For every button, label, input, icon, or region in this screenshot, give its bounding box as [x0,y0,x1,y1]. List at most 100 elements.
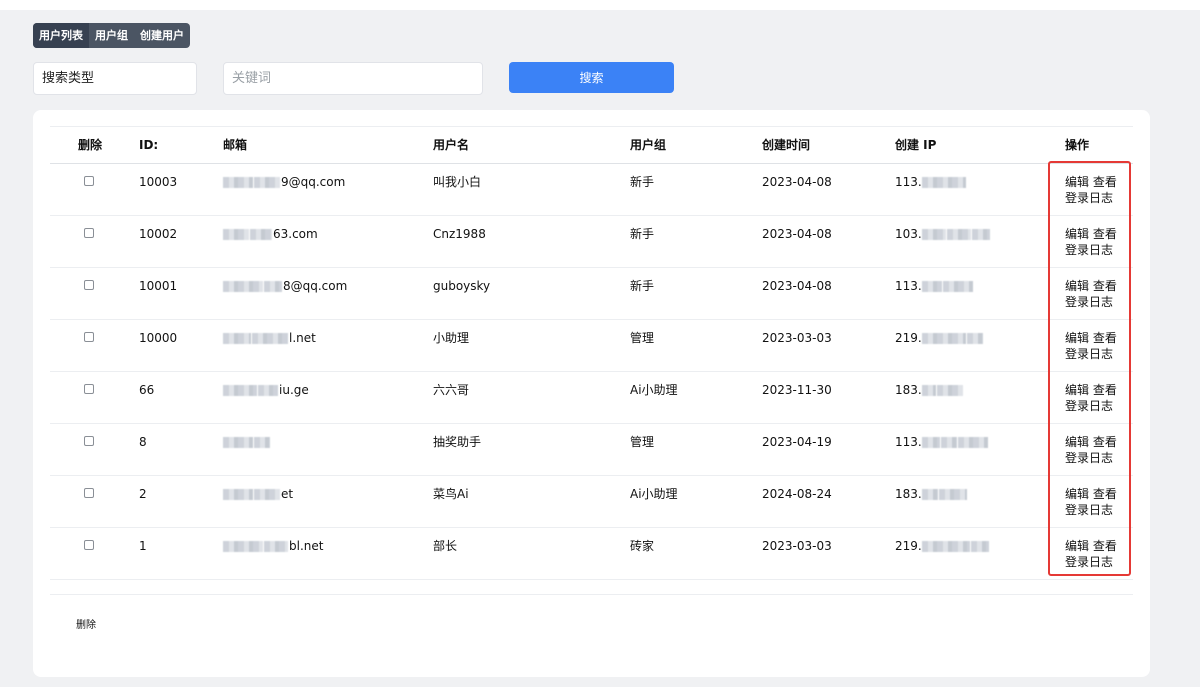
tab-bar: 用户列表 用户组 创建用户 [33,23,190,48]
row-ip: 103. [895,216,991,267]
row-ip-text: 113. [895,175,922,189]
row-actions: 编辑 查看 登录日志 [1065,216,1117,267]
redacted-text [223,437,253,448]
row-checkbox[interactable] [84,384,94,394]
view-link[interactable]: 查看 [1093,175,1117,189]
redacted-text [254,489,280,500]
login-log-link[interactable]: 登录日志 [1065,555,1113,569]
redacted-text [223,229,249,240]
row-group: 新手 [630,227,655,241]
row-cell-checkbox [78,424,94,475]
redacted-text [258,385,278,396]
row-ip: 219. [895,320,984,371]
redacted-text [970,541,989,552]
redacted-text [966,333,983,344]
header-created-ip: 创建 IP [895,138,937,152]
login-log-link[interactable]: 登录日志 [1065,243,1113,257]
row-created-time: 2023-03-03 [762,539,832,553]
row-cell-checkbox [78,372,94,423]
tab-create-user[interactable]: 创建用户 [134,23,190,48]
row-email-text: 9@qq.com [281,175,346,189]
row-ip: 219. [895,528,990,579]
row-id: 1 [139,539,147,553]
redacted-text [921,281,942,292]
redacted-text [940,437,957,448]
row-email [223,424,271,475]
edit-link[interactable]: 编辑 [1065,227,1089,241]
row-email-text: 63.com [273,227,318,241]
view-link[interactable]: 查看 [1093,227,1117,241]
login-log-link[interactable]: 登录日志 [1065,347,1113,361]
view-link[interactable]: 查看 [1093,539,1117,553]
row-id: 10001 [139,279,178,293]
row-ip: 113. [895,424,989,475]
row-checkbox[interactable] [84,488,94,498]
table-row: 10000 l.net 小助理 管理 2023-03-03 219. 编辑 查看… [50,320,1133,372]
row-email: 63.com [223,216,318,267]
edit-link[interactable]: 编辑 [1065,175,1089,189]
redacted-text [250,229,272,240]
redacted-text [223,541,263,552]
row-group: 管理 [630,435,655,449]
view-link[interactable]: 查看 [1093,279,1117,293]
view-link[interactable]: 查看 [1093,435,1117,449]
row-username: 六六哥 [433,383,470,397]
search-button[interactable]: 搜索 [509,62,674,93]
search-type-select[interactable]: 搜索类型 [33,62,197,95]
tab-user-list[interactable]: 用户列表 [33,23,89,48]
edit-link[interactable]: 编辑 [1065,331,1089,345]
row-checkbox[interactable] [84,280,94,290]
redacted-text [254,437,270,448]
row-group: 管理 [630,331,655,345]
row-checkbox[interactable] [84,228,94,238]
redacted-text [223,385,257,396]
row-username: 菜鸟Ai [433,487,469,501]
table-row: 66 iu.ge 六六哥 Ai小助理 2023-11-30 183. 编辑 查看… [50,372,1133,424]
row-cell-checkbox [78,216,94,267]
row-actions: 编辑 查看 登录日志 [1065,372,1117,423]
login-log-link[interactable]: 登录日志 [1065,503,1113,517]
edit-link[interactable]: 编辑 [1065,383,1089,397]
table-header-row: 删除 ID: 邮箱 用户名 用户组 创建时间 创建 IP 操作 [50,126,1133,164]
row-ip-text: 219. [895,539,922,553]
header-actions: 操作 [1065,138,1090,152]
tab-user-group[interactable]: 用户组 [89,23,134,48]
row-email: bl.net [223,528,323,579]
row-actions: 编辑 查看 登录日志 [1065,424,1117,475]
edit-link[interactable]: 编辑 [1065,539,1089,553]
login-log-link[interactable]: 登录日志 [1065,191,1113,205]
row-group: Ai小助理 [630,383,678,397]
login-log-link[interactable]: 登录日志 [1065,399,1113,413]
bulk-delete-button[interactable]: 删除 [76,616,96,631]
login-log-link[interactable]: 登录日志 [1065,451,1113,465]
table-row: 8 抽奖助手 管理 2023-04-19 113. 编辑 查看 登录日志 [50,424,1133,476]
row-checkbox[interactable] [84,540,94,550]
row-ip-text: 103. [895,227,922,241]
row-email-text: l.net [289,331,316,345]
row-checkbox[interactable] [84,176,94,186]
row-created-time: 2023-11-30 [762,383,832,397]
row-ip-text: 113. [895,279,922,293]
edit-link[interactable]: 编辑 [1065,279,1089,293]
keyword-input[interactable] [223,62,483,95]
header-group: 用户组 [630,138,667,152]
row-email: iu.ge [223,372,309,423]
row-created-time: 2023-04-19 [762,435,832,449]
view-link[interactable]: 查看 [1093,331,1117,345]
header-delete: 删除 [78,138,103,152]
redacted-text [921,385,936,396]
redacted-text [936,385,963,396]
edit-link[interactable]: 编辑 [1065,487,1089,501]
row-group: Ai小助理 [630,487,678,501]
row-checkbox[interactable] [84,332,94,342]
login-log-link[interactable]: 登录日志 [1065,295,1113,309]
redacted-text [223,177,253,188]
row-id: 10000 [139,331,178,345]
row-checkbox[interactable] [84,436,94,446]
table-row: 10001 8@qq.com guboysky 新手 2023-04-08 11… [50,268,1133,320]
view-link[interactable]: 查看 [1093,383,1117,397]
view-link[interactable]: 查看 [1093,487,1117,501]
redacted-text [938,489,967,500]
row-id: 2 [139,487,147,501]
edit-link[interactable]: 编辑 [1065,435,1089,449]
